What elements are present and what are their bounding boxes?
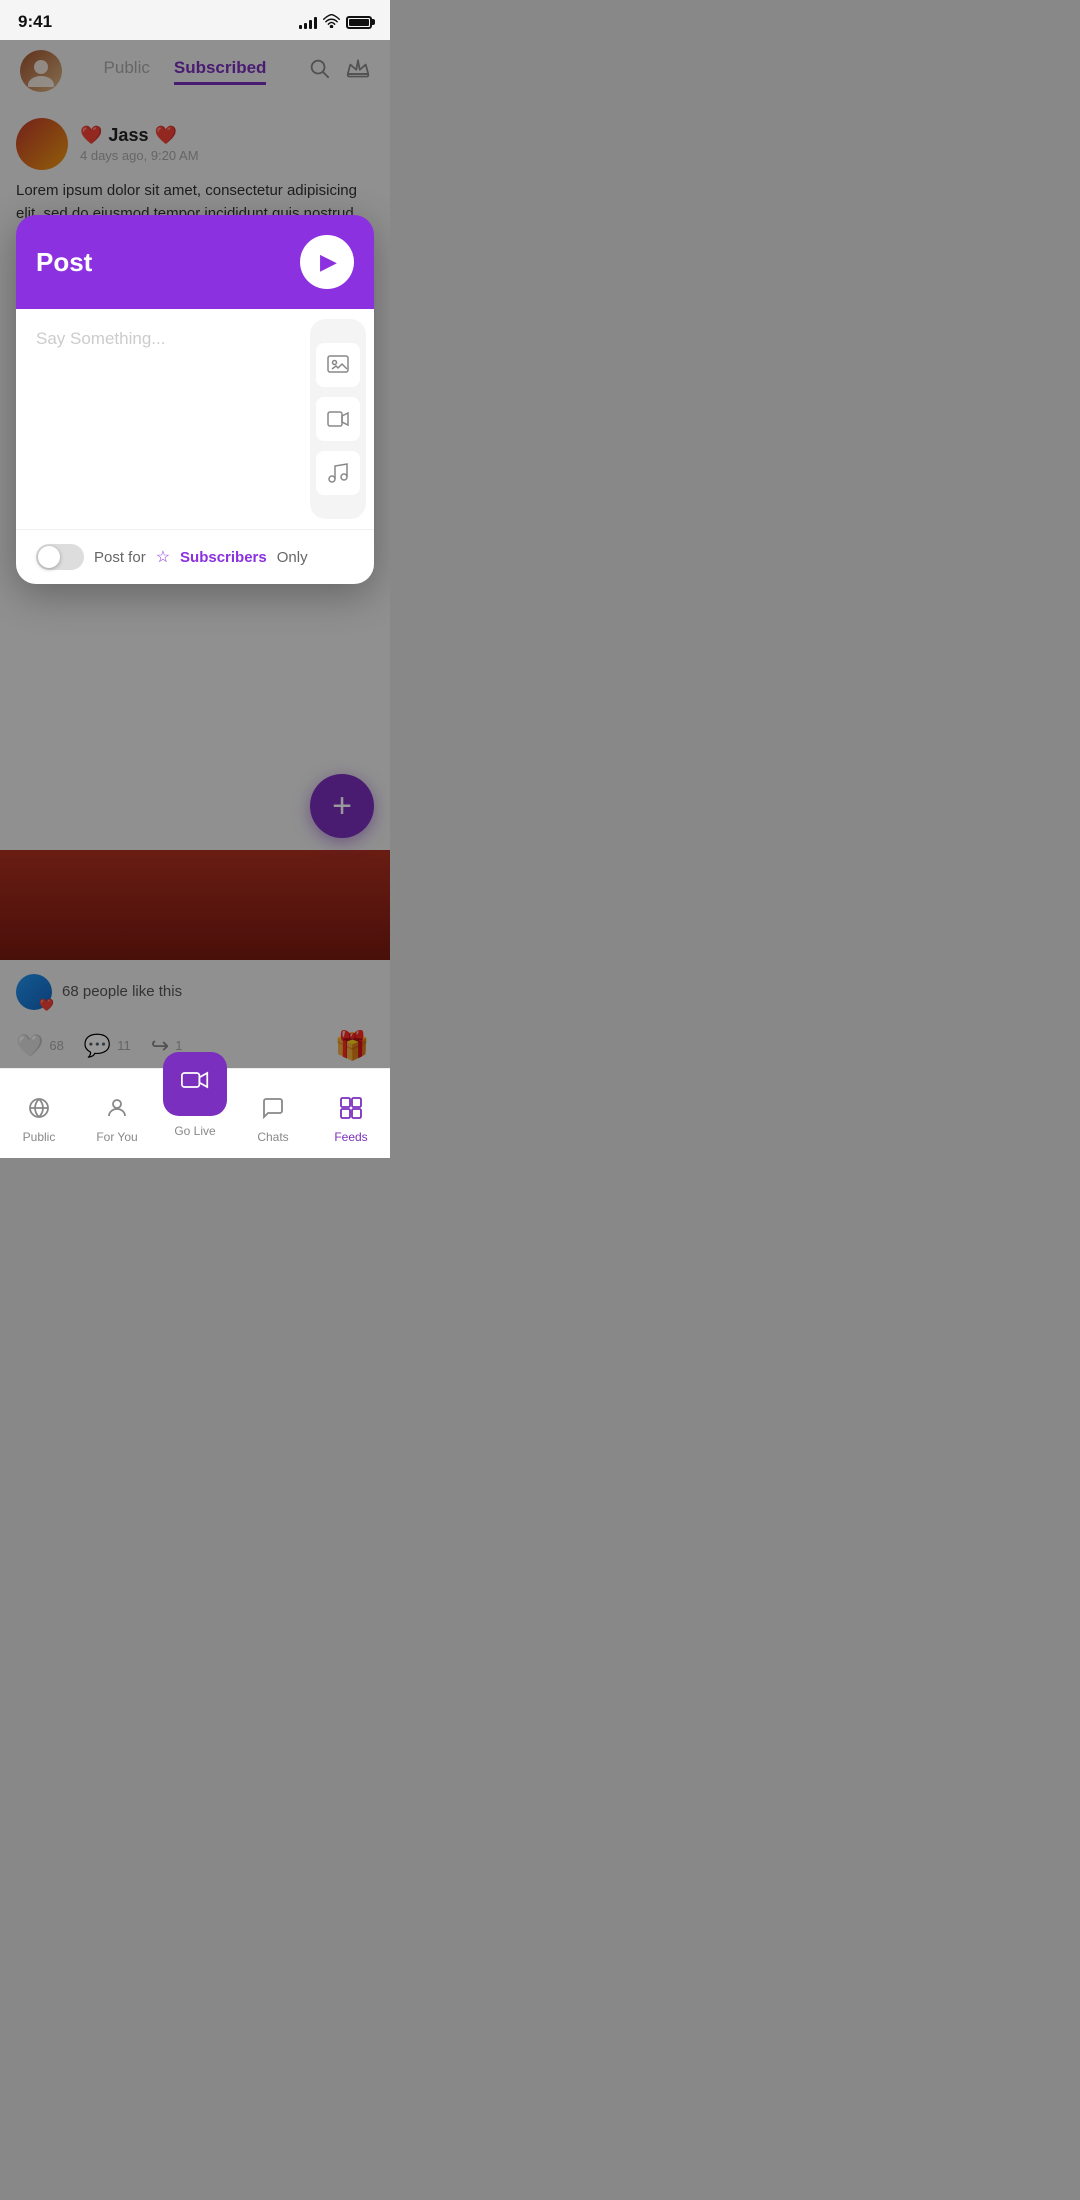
subscribers-toggle[interactable] <box>36 544 84 570</box>
battery-icon <box>346 16 372 29</box>
post-text-input-area: Say Something... <box>16 309 310 529</box>
status-icons <box>299 14 372 31</box>
only-label: Only <box>277 549 308 566</box>
status-bar: 9:41 <box>0 0 390 40</box>
video-upload-button[interactable] <box>316 397 360 441</box>
toggle-knob <box>38 546 60 568</box>
star-icon: ☆ <box>156 547 170 567</box>
public-nav-label: Public <box>23 1130 56 1144</box>
post-text-content: Say Something... <box>36 329 290 509</box>
feeds-nav-icon <box>339 1096 363 1126</box>
media-buttons <box>310 319 366 519</box>
post-for-label: Post for <box>94 549 146 566</box>
nav-item-foryou[interactable]: For You <box>78 1096 156 1148</box>
bottom-nav: Public For You Go Live <box>0 1068 390 1158</box>
nav-item-feeds[interactable]: Feeds <box>312 1096 390 1148</box>
foryou-nav-label: For You <box>96 1130 137 1144</box>
subscribers-label[interactable]: Subscribers <box>180 549 267 566</box>
golive-button[interactable] <box>163 1052 227 1116</box>
nav-item-golive[interactable]: Go Live <box>156 1068 234 1148</box>
modal-header: Post ▶ <box>16 215 374 309</box>
nav-item-public[interactable]: Public <box>0 1096 78 1148</box>
post-placeholder[interactable]: Say Something... <box>36 329 165 348</box>
foryou-nav-icon <box>105 1096 129 1126</box>
modal-footer: Post for ☆ Subscribers Only <box>16 529 374 584</box>
post-modal: Post ▶ Say Something... <box>16 215 374 584</box>
golive-camera-icon <box>181 1068 209 1099</box>
chats-nav-icon <box>261 1096 285 1126</box>
wifi-icon <box>323 14 340 31</box>
modal-overlay[interactable] <box>0 40 390 1158</box>
public-nav-icon <box>27 1096 51 1126</box>
screen-background: Public Subscribed <box>0 40 390 1158</box>
modal-body: Say Something... <box>16 309 374 529</box>
chats-nav-label: Chats <box>257 1130 288 1144</box>
send-button[interactable]: ▶ <box>300 235 354 289</box>
music-upload-button[interactable] <box>316 451 360 495</box>
status-time: 9:41 <box>18 12 52 32</box>
signal-icon <box>299 15 317 29</box>
send-arrow-icon: ▶ <box>320 249 337 275</box>
modal-title: Post <box>36 247 92 278</box>
nav-item-chats[interactable]: Chats <box>234 1096 312 1148</box>
golive-nav-label: Go Live <box>174 1124 215 1138</box>
feeds-nav-label: Feeds <box>334 1130 367 1144</box>
image-upload-button[interactable] <box>316 343 360 387</box>
